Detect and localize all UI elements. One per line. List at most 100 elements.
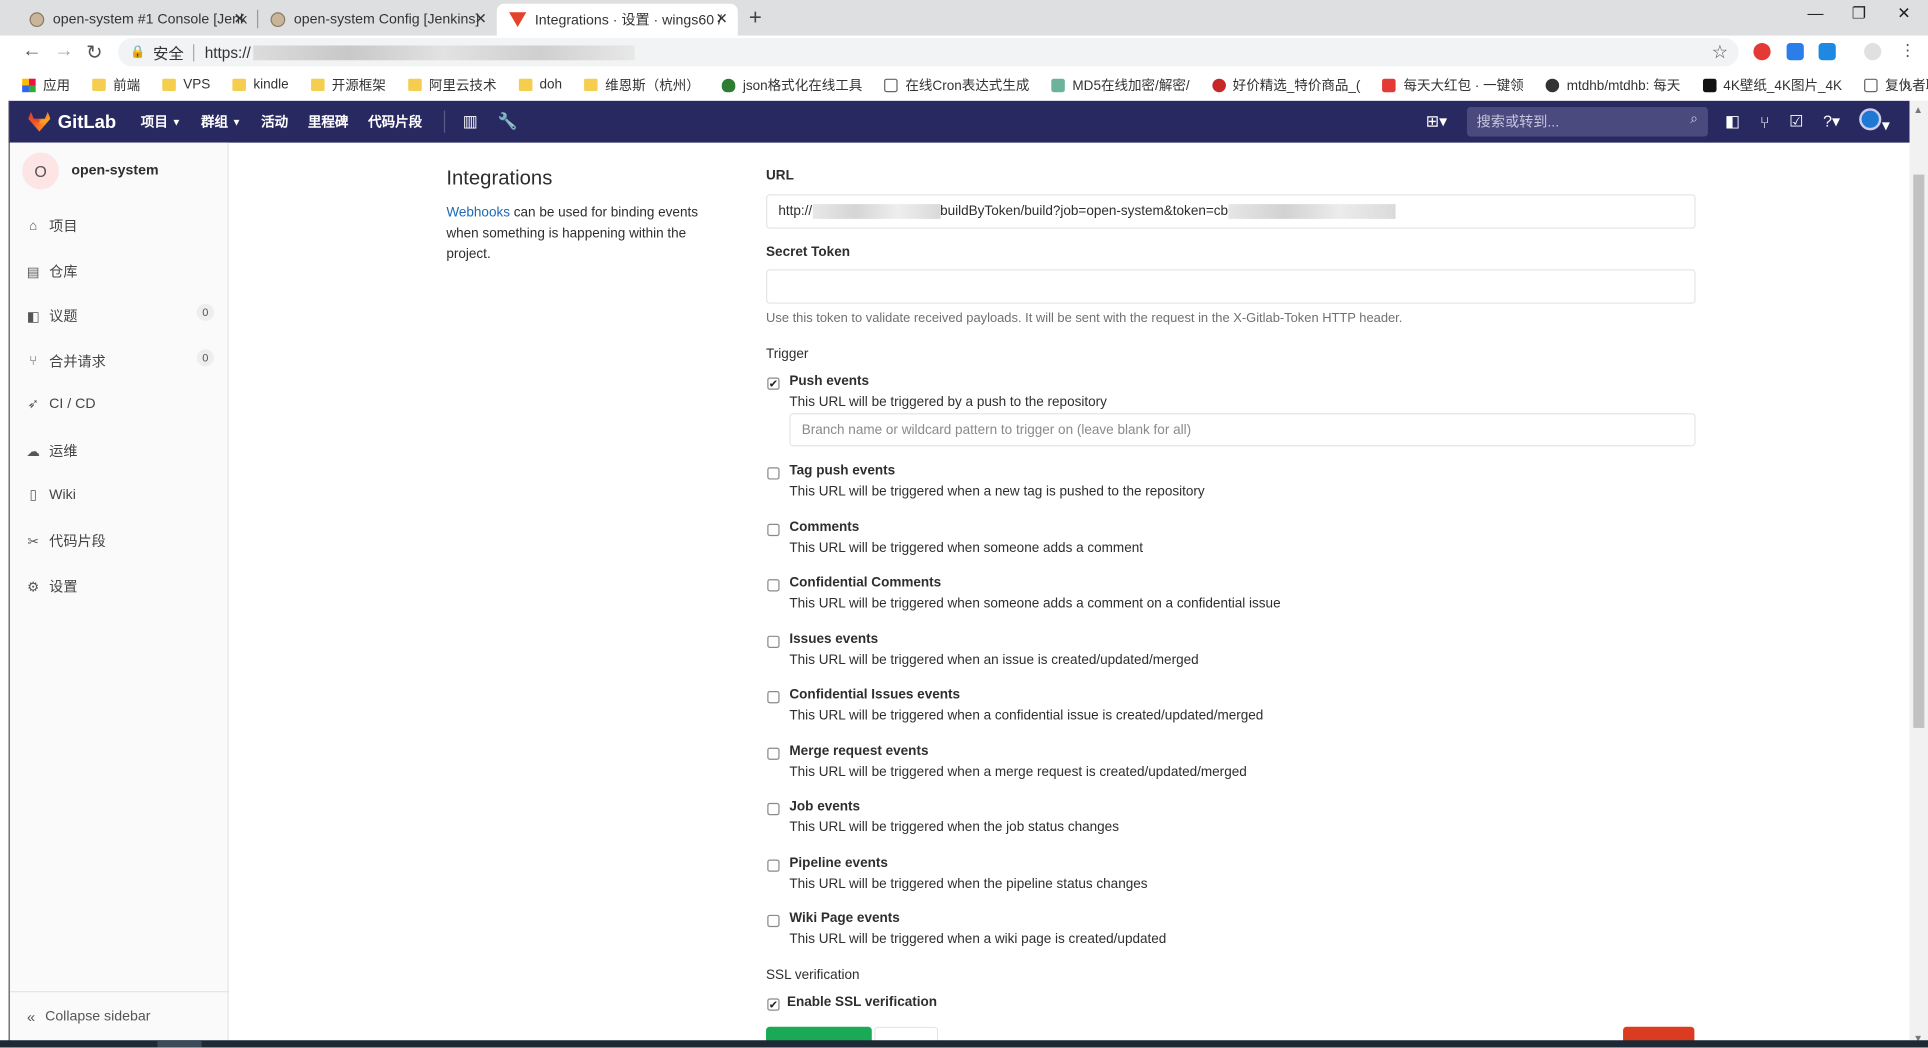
search-icon: ⌕ (1690, 111, 1699, 127)
nav-milestones[interactable]: 里程碑 (308, 112, 349, 132)
menu-icon[interactable]: ⋮ (1900, 41, 1916, 61)
bookmark-label: 应用 (43, 78, 71, 94)
nav-activity[interactable]: 活动 (261, 112, 288, 132)
bookmark[interactable]: 复仇者联盟3：无限战 (1864, 75, 1928, 95)
address-bar[interactable]: 🔒 安全 https:// (118, 38, 1739, 67)
bookmarks-bar: 应用 前端 VPS kindle 开源框架 阿里云技术 doh 维恩斯（杭州） … (0, 68, 1928, 101)
bookmark-label: mtdhb/mtdhb: 每天 (1566, 78, 1681, 94)
sidebar-item-operations[interactable]: ☁ 运维 (25, 441, 214, 461)
sidebar-item-snippets[interactable]: ✂ 代码片段 (25, 531, 214, 551)
help-icon[interactable]: ?▾ (1823, 112, 1840, 132)
checkbox[interactable] (767, 747, 780, 760)
chevron-down-icon: ▼ (231, 116, 242, 128)
maximize-button[interactable]: ❐ (1852, 4, 1866, 24)
bookmark[interactable]: 在线Cron表达式生成 (884, 75, 1029, 95)
bookmark[interactable]: json格式化在线工具 (721, 75, 862, 95)
sidebar-item-merge-requests[interactable]: ⑂ 合并请求 0 (25, 349, 214, 372)
sidebar-item-project[interactable]: ⌂ 项目 (25, 216, 214, 236)
brand-name: GitLab (57, 111, 117, 133)
bookmark-folder[interactable]: 维恩斯（杭州） (584, 75, 700, 95)
bookmark[interactable]: mtdhb/mtdhb: 每天 (1545, 75, 1681, 95)
sidebar-item-repository[interactable]: ▤ 仓库 (25, 262, 214, 282)
gitlab-logo[interactable]: GitLab (28, 111, 116, 132)
checkbox[interactable] (767, 523, 780, 537)
user-avatar-menu[interactable]: ▾ (1859, 108, 1890, 135)
nav-snippets[interactable]: 代码片段 (368, 112, 422, 132)
url-prefix: http:// (778, 204, 813, 219)
search-input[interactable]: 搜索或转到... ⌕ (1466, 106, 1708, 137)
profile-icon[interactable] (1864, 43, 1882, 61)
bookmark-apps[interactable]: 应用 (22, 75, 70, 95)
tab-jenkins-console[interactable]: open-system #1 Console [Jenk ✕ (17, 4, 256, 36)
extension-icon[interactable] (1818, 43, 1836, 61)
close-window-button[interactable]: ✕ (1897, 4, 1910, 24)
tab-integrations[interactable]: Integrations · 设置 · wings60 / ✕ (496, 3, 738, 36)
checkbox-checked[interactable]: ✔ (767, 377, 780, 390)
webhooks-link[interactable]: Webhooks (446, 205, 510, 220)
collapse-sidebar-button[interactable]: « Collapse sidebar (9, 991, 229, 1025)
nav-groups[interactable]: 群组 ▼ (201, 112, 241, 132)
trigger-name: Wiki Page events (789, 911, 900, 926)
star-icon[interactable]: ☆ (1712, 41, 1729, 63)
checkbox[interactable] (767, 467, 780, 480)
close-icon[interactable]: ✕ (475, 10, 487, 27)
forward-icon[interactable]: → (54, 41, 74, 63)
bookmark-label: MD5在线加密/解密/ (1072, 78, 1190, 94)
bookmark-folder[interactable]: 开源框架 (310, 75, 386, 95)
branch-filter-input[interactable]: Branch name or wildcard pattern to trigg… (789, 413, 1696, 447)
bookmark[interactable]: 4K壁纸_4K图片_4K (1702, 75, 1842, 95)
bookmark[interactable]: 好价精选_特价商品_( (1211, 75, 1360, 95)
bookmark[interactable]: 每天大红包 · 一键领 (1382, 75, 1524, 95)
extension-icon[interactable] (1786, 43, 1804, 61)
doc-icon: ▤ (26, 264, 40, 280)
secret-token-field[interactable] (766, 269, 1696, 304)
sidebar-item-cicd[interactable]: ➶ CI / CD (25, 396, 214, 412)
project-sidebar: O open-system ⌂ 项目 ▤ 仓库 ◧ 议题 0 ⑂ 合并请求 0 ➶ CI / … (9, 142, 229, 1041)
trigger-description: This URL will be triggered when an issue… (789, 652, 1199, 668)
sidebar-item-settings[interactable]: ⚙ 设置 (25, 577, 214, 597)
bookmark-folder[interactable]: VPS (162, 77, 210, 92)
trigger-name: Job events (789, 799, 861, 814)
tab-jenkins-config[interactable]: open-system Config [Jenkins] ✕ (258, 4, 497, 36)
lock-icon: 🔒 (130, 45, 146, 60)
bookmark[interactable]: MD5在线加密/解密/ (1051, 75, 1190, 95)
wrench-icon[interactable]: 🔧 (498, 112, 518, 132)
project-header[interactable]: O open-system (22, 152, 159, 190)
back-icon[interactable]: ← (22, 41, 42, 63)
scroll-thumb[interactable] (1913, 174, 1925, 728)
todo-icon[interactable]: ☑ (1789, 112, 1803, 132)
sidebar-item-issues[interactable]: ◧ 议题 0 (25, 303, 214, 326)
checkbox[interactable] (767, 914, 780, 928)
bookmark-folder[interactable]: 阿里云技术 (407, 75, 496, 95)
page-scrollbar[interactable]: ▲ ▼ (1909, 100, 1928, 1048)
home-icon: ⌂ (29, 218, 38, 234)
new-tab-button[interactable]: + (749, 5, 762, 31)
plus-square-icon[interactable]: ⊞▾ (1426, 112, 1447, 132)
bookmark-folder[interactable]: 前端 (92, 75, 140, 95)
tab-title: open-system #1 Console [Jenk (52, 12, 248, 28)
checkbox[interactable] (767, 635, 780, 648)
reload-icon[interactable]: ↻ (86, 41, 102, 66)
checkbox[interactable] (767, 691, 780, 704)
scroll-up-icon[interactable]: ▲ (1913, 105, 1923, 116)
checkbox[interactable] (767, 859, 780, 872)
bookmark-folder[interactable]: doh (518, 77, 562, 92)
bookmark-folder[interactable]: kindle (232, 77, 289, 92)
sidebar-item-wiki[interactable]: ▯ Wiki (25, 487, 214, 503)
checkbox[interactable] (767, 579, 780, 592)
minimize-button[interactable]: — (1808, 4, 1824, 22)
nav-projects[interactable]: 项目 ▼ (141, 112, 181, 132)
url-field[interactable]: http:// buildByToken/build?job=open-syst… (766, 194, 1696, 229)
folder-icon (518, 78, 533, 91)
close-icon[interactable]: ✕ (716, 10, 728, 27)
chart-icon[interactable]: ▥ (463, 112, 478, 132)
nav-label: 群组 (200, 115, 228, 131)
issues-icon[interactable]: ◧ (1725, 112, 1740, 132)
close-icon[interactable]: ✕ (234, 10, 246, 27)
merge-request-icon[interactable]: ⑂ (1760, 113, 1770, 131)
checkbox-checked[interactable]: ✔ (767, 998, 780, 1011)
checkbox[interactable] (767, 802, 780, 816)
trigger-description: This URL will be triggered by a push to … (789, 394, 1107, 410)
bookmarks-more-icon[interactable]: » (1903, 76, 1911, 93)
extension-icon[interactable] (1753, 43, 1771, 61)
